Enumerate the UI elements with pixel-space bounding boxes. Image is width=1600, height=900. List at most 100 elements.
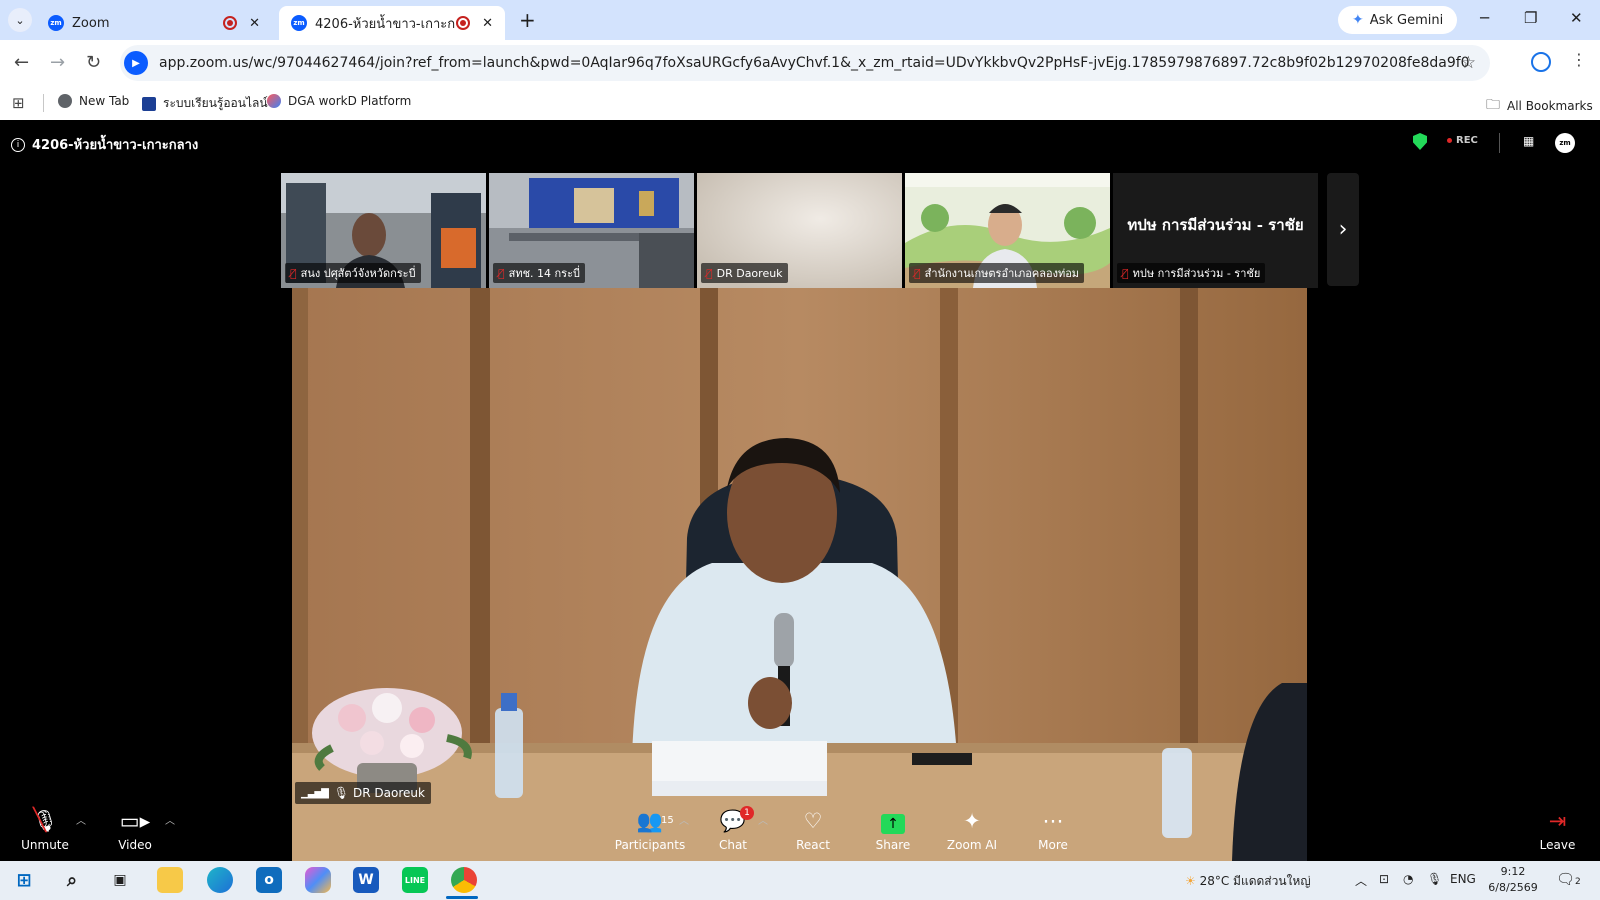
tab-meeting[interactable]: zm 4206-ห้วยน้ำขาว-เกาะกลาง ✕ <box>279 6 505 40</box>
zoom-favicon-icon: zm <box>291 15 307 31</box>
participant-tile[interactable]: ทปษ การมีส่วนร่วม - ราชัย 🎙̸ ทปษ การมีส่… <box>1113 173 1318 288</box>
clock-date: 6/8/2569 <box>1488 881 1538 894</box>
bookmark-star-icon[interactable]: ☆ <box>1461 53 1476 73</box>
chrome-menu-icon[interactable]: ⋮ <box>1571 50 1587 69</box>
info-icon[interactable]: i <box>11 137 25 152</box>
gallery-next-arrow-icon[interactable]: › <box>1327 173 1359 286</box>
close-tab-icon[interactable]: ✕ <box>249 16 260 31</box>
dga-icon <box>267 94 281 108</box>
meeting-info[interactable]: i 4206-ห้วยน้ำขาว-เกาะกลาง <box>11 134 198 155</box>
file-explorer-icon[interactable] <box>157 867 183 893</box>
zoom-ai-button[interactable]: ✦ Zoom AI <box>927 808 1017 852</box>
active-speaker-video[interactable]: ▁▃▅▇ 🎙 DR Daoreuk <box>292 288 1307 861</box>
back-button[interactable]: ← <box>14 52 29 73</box>
audio-options-caret-icon[interactable]: ︿ <box>76 812 86 827</box>
bookmark-new-tab[interactable]: New Tab <box>58 94 129 108</box>
tab-search-button[interactable]: ⌄ <box>8 8 32 32</box>
leave-button[interactable]: ⇥ Leave <box>1515 808 1600 852</box>
chat-unread-badge: 1 <box>740 806 754 820</box>
participant-tile[interactable]: 🎙̸ สทช. 14 กระบี่ <box>489 173 694 288</box>
divider <box>1499 133 1500 153</box>
video-options-caret-icon[interactable]: ︿ <box>165 812 175 827</box>
control-label: Participants <box>614 838 686 852</box>
outlook-icon[interactable]: o <box>256 867 282 893</box>
mic-muted-icon: 🎙̸ <box>498 266 505 280</box>
chrome-icon[interactable] <box>451 867 477 893</box>
participant-tile[interactable]: 🎙̸ สนง ปศุสัตว์จังหวัดกระบี่ <box>281 173 486 288</box>
speaker-video-frame <box>292 288 1307 861</box>
react-button[interactable]: ♡ React <box>768 808 858 852</box>
wifi-icon[interactable]: ◔ <box>1403 872 1413 886</box>
control-label: Unmute <box>21 838 69 852</box>
participant-tile[interactable]: 🎙̸ DR Daoreuk <box>697 173 902 288</box>
system-clock[interactable]: 9:12 6/8/2569 <box>1488 864 1538 896</box>
recording-icon <box>223 16 238 30</box>
address-bar[interactable]: ▶ app.zoom.us/wc/97044627464/join?ref_fr… <box>120 45 1490 81</box>
all-bookmarks-folder[interactable]: 🗀 All Bookmarks <box>1486 94 1593 118</box>
control-label: React <box>796 838 830 852</box>
close-window-button[interactable]: ✕ <box>1570 9 1583 27</box>
weather-widget[interactable]: ☀ 28°C มีแดดส่วนใหญ่ <box>1185 872 1311 891</box>
minimize-button[interactable]: ─ <box>1480 9 1489 27</box>
control-label: Share <box>875 838 911 852</box>
mic-muted-icon: 🎙̸ <box>290 266 297 280</box>
control-label: More <box>1038 838 1068 852</box>
view-layout-icon[interactable]: ▦ <box>1523 134 1534 148</box>
notification-count: 2 <box>1575 877 1581 887</box>
word-icon[interactable]: W <box>353 867 379 893</box>
chat-options-caret-icon[interactable]: ︿ <box>758 812 768 827</box>
bookmark-label: All Bookmarks <box>1507 99 1593 113</box>
bookmark-label: ระบบเรียนรู้ออนไลน์ <box>163 96 268 110</box>
new-tab-button[interactable]: + <box>519 8 536 32</box>
participant-tile[interactable]: 🎙̸ สำนักงานเกษตรอำเภอคลองท่อม <box>905 173 1110 288</box>
recording-indicator[interactable]: REC <box>1447 135 1478 146</box>
copilot-icon[interactable] <box>305 867 331 893</box>
control-label: Chat <box>718 838 748 852</box>
tab-zoom[interactable]: zm Zoom ✕ <box>36 6 272 40</box>
search-icon[interactable]: ⌕ <box>59 867 85 893</box>
participants-count: 15 <box>661 815 674 826</box>
line-app-icon[interactable]: LINE <box>402 867 428 893</box>
language-indicator[interactable]: ENG <box>1450 872 1476 886</box>
heart-icon: ♡ <box>803 809 823 833</box>
show-hidden-icons-icon[interactable]: ︿ <box>1355 872 1367 889</box>
close-tab-icon[interactable]: ✕ <box>482 16 493 31</box>
tab-title: Zoom <box>72 15 110 31</box>
task-view-icon[interactable]: ▣ <box>107 867 133 893</box>
forward-button[interactable]: → <box>50 52 65 73</box>
restore-button[interactable]: ❐ <box>1524 9 1537 27</box>
control-label: Video <box>118 838 152 852</box>
bookmark-dga-workd[interactable]: DGA workD Platform <box>267 94 411 108</box>
bookmark-online-learning[interactable]: ระบบเรียนรู้ออนไลน์ <box>142 94 268 113</box>
microphone-icon[interactable]: 🎙 <box>1427 872 1442 886</box>
browser-toolbar: ← → ↻ ▶ app.zoom.us/wc/97044627464/join?… <box>0 40 1600 86</box>
windows-start-icon[interactable]: ⊞ <box>11 867 37 893</box>
participant-name-label: 🎙̸ ทปษ การมีส่วนร่วม - ราชัย <box>1117 263 1266 283</box>
leave-door-icon: ⇥ <box>1548 809 1567 833</box>
reload-button[interactable]: ↻ <box>86 52 101 73</box>
apps-grid-icon[interactable]: ⊞ <box>12 94 25 112</box>
meet-now-icon[interactable]: ⊡ <box>1379 872 1389 886</box>
weather-text: 28°C มีแดดส่วนใหญ่ <box>1199 874 1311 888</box>
more-button[interactable]: ⋯ More <box>1008 808 1098 852</box>
site-icon <box>142 96 156 111</box>
mic-muted-icon: 🎙̸ <box>706 266 713 280</box>
edge-browser-icon[interactable] <box>207 867 233 893</box>
ai-sparkle-icon: ✦ <box>963 809 981 833</box>
ask-gemini-button[interactable]: ✦ Ask Gemini <box>1338 6 1458 34</box>
weather-sun-icon: ☀ <box>1185 874 1196 888</box>
encryption-shield-icon[interactable] <box>1413 133 1427 150</box>
participant-display-name: ทปษ การมีส่วนร่วม - ราชัย <box>1127 216 1304 234</box>
recording-icon <box>456 16 471 30</box>
profile-icon[interactable] <box>1531 52 1551 72</box>
meeting-title: 4206-ห้วยน้ำขาว-เกาะกลาง <box>32 138 199 153</box>
zoom-site-icon[interactable]: ▶ <box>124 51 148 75</box>
notification-center-icon[interactable]: 🗨2 <box>1556 870 1581 888</box>
active-app-indicator <box>446 896 478 899</box>
bookmark-label: DGA workD Platform <box>288 94 412 108</box>
url-text[interactable]: app.zoom.us/wc/97044627464/join?ref_from… <box>159 55 1469 71</box>
bookmark-label: New Tab <box>79 94 130 108</box>
share-button[interactable]: ↑ Share <box>848 808 938 852</box>
participant-name: DR Daoreuk <box>716 266 783 280</box>
participant-name-label: 🎙̸ DR Daoreuk <box>701 263 788 283</box>
